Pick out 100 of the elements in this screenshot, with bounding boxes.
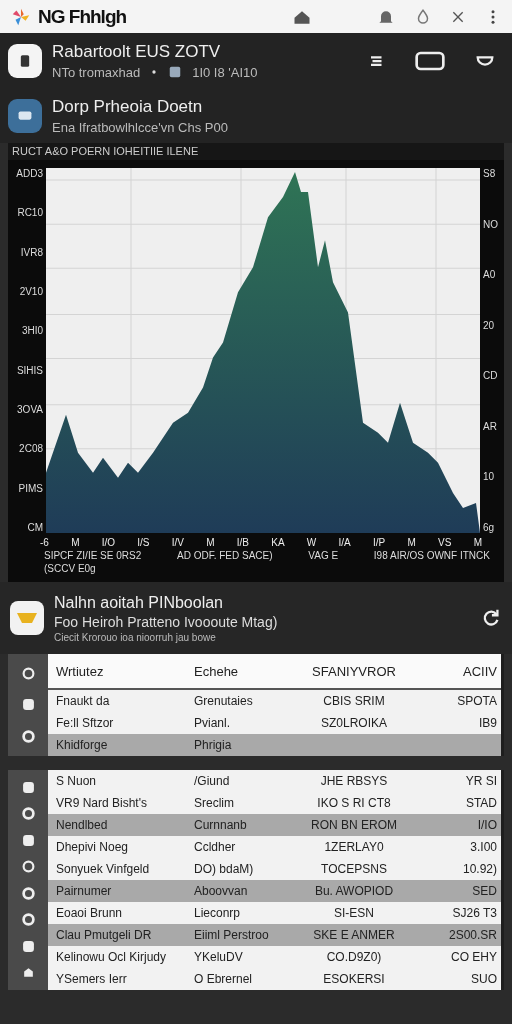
table-cell-text: ESOKERSI [322, 972, 386, 986]
ring-icon [21, 667, 35, 681]
account-title: Rabartoolt EUS ZOTV [52, 41, 222, 62]
table-row[interactable]: Nendlbed Curnnanb RON BN EROM I/IO [48, 814, 501, 836]
axis-label: NO [483, 218, 499, 230]
column-header: SFANIYVROR [311, 663, 397, 679]
axis-label: IVR8 [20, 246, 43, 258]
table-row[interactable]: Khidforge Phrigia [48, 734, 501, 756]
account-meta: NTo tromaxhad [52, 64, 141, 80]
chart-note: AD ODF. FED SACE) [177, 550, 273, 561]
square-icon [21, 698, 35, 712]
table-cell-text: Eoaoi Brunn [56, 906, 124, 920]
bowl-icon [17, 613, 37, 623]
axis-label: CM [27, 521, 43, 533]
axis-label: CD [483, 370, 499, 382]
square-icon [21, 780, 35, 794]
table-cell-text: IKO S RI CT8 [316, 796, 392, 810]
axis-label: 3OVA [17, 403, 43, 415]
axis-label: M [206, 537, 215, 548]
table-row[interactable]: VR9 Nard Bisht's Sreclim IKO S RI CT8 STAD [48, 792, 501, 814]
axis-label: RC10 [17, 207, 43, 219]
table-cell-text: SZ0LROIKA [320, 716, 388, 730]
circle-icon [21, 729, 35, 743]
chart-caption: RUCT A&O POERN IOHEITIIE ILENE [8, 143, 504, 160]
column-header: Wrtiutez [56, 663, 105, 679]
table-cell-text: /Giund [194, 774, 231, 788]
table-cell-text: RON BN EROM [310, 818, 398, 832]
table-cell-text: SJ26 T3 [451, 906, 497, 920]
axis-label: 10 [483, 471, 496, 483]
table-row[interactable]: Kelinowu Ocl Kirjudy YKeluDV CO.D9Z0) CO EHY [48, 946, 501, 968]
table-cell-text: Eiiml Perstroo [194, 928, 270, 942]
table-cell-text: Pairnumer [56, 884, 113, 898]
axis-label: M [407, 537, 416, 548]
table-row[interactable]: Dhepivi Noeg Ccldher 1ZERLAY0 3.I00 [48, 836, 501, 858]
app-title: NG Fhhlgh [38, 5, 128, 28]
column-header: Echehe [194, 663, 240, 679]
table-cell-text: Clau Pmutgeli DR [56, 928, 153, 942]
table-row[interactable]: Clau Pmutgeli DR Eiiml Perstroo SKE E ANMER 2S00.SR [48, 924, 501, 946]
axis-label: 3HI0 [21, 325, 43, 337]
axis-label: KA [271, 537, 285, 548]
table-cell-text: STAD [464, 796, 497, 810]
column-header: ACIIV [462, 663, 497, 679]
table-cell-text: 1ZERLAY0 [323, 840, 385, 854]
badge-icon [168, 65, 183, 79]
table-row[interactable]: Fnaukt da Grenutaies CBIS SRIM SPOTA [48, 690, 501, 712]
table-cell-text: TOCEPSNS [320, 862, 388, 876]
circle-icon [21, 807, 35, 821]
axis-label: 20 [483, 319, 496, 331]
square-icon [21, 833, 35, 847]
table-cell-text: Bu. AWOPIOD [313, 884, 395, 898]
ring-icon [21, 860, 35, 874]
chart-note: I98 AIR/OS OWNF ITNCK [373, 550, 490, 561]
table-row[interactable]: Sonyuek Vinfgeld DO) bdaM) TOCEPSNS 10.92) [48, 858, 501, 880]
table-cell-text: JHE RBSYS [319, 774, 389, 788]
house-icon [21, 966, 35, 980]
table-cell-text: Pvianl. [194, 716, 232, 730]
axis-label: W [306, 537, 317, 548]
axis-label: M [473, 537, 482, 548]
table-cell-text: SED [471, 884, 497, 898]
table-cell-text: Sreclim [194, 796, 235, 810]
table-cell-text: Sonyuek Vinfgeld [56, 862, 151, 876]
table-cell-text: 3.I00 [469, 840, 497, 854]
table-cell-text: YSemers Ierr [56, 972, 128, 986]
axis-label: 2V10 [19, 286, 43, 297]
section-subtitle: Foo Heiroh Pratteno Ivoooute Mtag) [54, 613, 279, 630]
circle-icon [21, 886, 35, 900]
section-note: Ciecit Krorouo ioa nioorruh jau bowe [54, 631, 217, 643]
table-cell-text: Nendlbed [56, 818, 109, 832]
table-cell-text: SI-ESN [333, 906, 375, 920]
table-cell-text: SKE E ANMER [312, 928, 396, 942]
table-cell-text: Curnnanb [194, 818, 248, 832]
table-cell-text: CO.D9Z0) [325, 950, 383, 964]
chart-note: VAG E [308, 550, 339, 561]
table-cell-text: Aboovvan [194, 884, 249, 898]
account-detail: 1I0 I8 'AI10 [192, 64, 258, 80]
table-cell-text: Khidforge [56, 738, 109, 752]
table-row[interactable]: Eoaoi Brunn Lieconrp SI-ESN SJ26 T3 [48, 902, 501, 924]
chart-note: (SCCV E0g [43, 562, 97, 574]
table-cell-text: Lieconrp [194, 906, 242, 920]
axis-label: S8 [483, 168, 497, 179]
table-cell-text: O Ebrernel [194, 972, 254, 986]
account-subtitle: Ena Ifratbowlhlcce'vn Chs P00 [52, 119, 229, 135]
axis-label: 6g [483, 521, 496, 533]
table-cell-text: I/IO [476, 818, 497, 832]
table-cell-text: Fnaukt da [56, 694, 111, 708]
axis-label: A0 [483, 269, 497, 281]
table-cell-text: SPOTA [456, 694, 497, 708]
account-title: Dorp Prheoia Doetn [52, 96, 204, 117]
table-row[interactable]: Fe:ll Sftzor Pvianl. SZ0LROIKA IB9 [48, 712, 501, 734]
square-icon [21, 939, 35, 953]
circle-icon [21, 913, 35, 927]
axis-label: I/B [236, 537, 250, 548]
table-cell-text: Phrigia [194, 738, 233, 752]
axis-label: I/A [338, 537, 351, 548]
table-row[interactable]: S Nuon /Giund JHE RBSYS YR SI [48, 770, 501, 792]
axis-label: AR [483, 420, 498, 432]
table-row[interactable]: YSemers Ierr O Ebrernel ESOKERSI SUO [48, 968, 501, 990]
axis-label: -6 [40, 537, 49, 548]
table-cell-text: Grenutaies [194, 694, 254, 708]
table-row[interactable]: Pairnumer Aboovvan Bu. AWOPIOD SED [48, 880, 501, 902]
